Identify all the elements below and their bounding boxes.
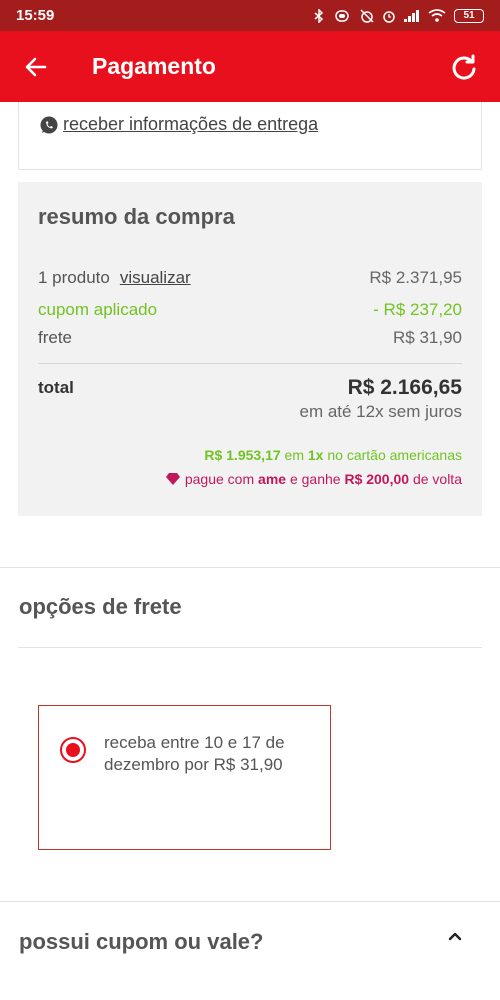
coupon-section-title[interactable]: possui cupom ou vale? bbox=[19, 929, 263, 955]
status-icons: 51 bbox=[314, 8, 484, 23]
installments-text: em até 12x sem juros bbox=[299, 402, 462, 421]
delivery-info-link[interactable]: receber informações de entrega bbox=[39, 114, 318, 135]
chevron-up-icon bbox=[448, 932, 462, 941]
coupon-label: cupom aplicado bbox=[38, 300, 158, 319]
refresh-icon bbox=[452, 54, 476, 80]
card-offer-price: R$ 1.953,17 bbox=[204, 447, 281, 463]
shipping-section-title: opções de frete bbox=[19, 594, 182, 619]
section-divider bbox=[0, 901, 500, 902]
product-price: R$ 2.371,95 bbox=[369, 268, 462, 287]
summary-title: resumo da compra bbox=[38, 204, 235, 229]
shipping-label: frete bbox=[38, 328, 73, 347]
back-button[interactable] bbox=[18, 49, 54, 85]
product-count: 1 produto bbox=[38, 268, 110, 287]
coupon-row: cupom aplicado - R$ 237,20 bbox=[38, 300, 462, 320]
product-row: 1 produto visualizar R$ 2.371,95 bbox=[38, 268, 462, 288]
bluetooth-icon bbox=[314, 8, 324, 23]
divider bbox=[38, 363, 462, 364]
ame-cashback: R$ 200,00 bbox=[344, 471, 410, 487]
section-divider bbox=[18, 647, 482, 648]
whatsapp-icon bbox=[40, 116, 58, 133]
signal-icon bbox=[404, 9, 419, 22]
section-divider bbox=[0, 567, 500, 568]
card-offer: R$ 1.953,17 em 1x no cartão americanas bbox=[204, 447, 462, 463]
shipping-option-card[interactable]: receba entre 10 e 17 de dezembro por R$ … bbox=[38, 705, 331, 850]
alarm-icon bbox=[383, 10, 395, 23]
wifi-icon bbox=[428, 9, 446, 22]
battery-icon: 51 bbox=[454, 8, 484, 23]
shipping-row: frete R$ 31,90 bbox=[38, 328, 462, 348]
page-title: Pagamento bbox=[92, 53, 216, 79]
status-bar: 15:59 51 bbox=[0, 0, 500, 31]
card-offer-times: 1x bbox=[307, 447, 324, 463]
purchase-summary: resumo da compra 1 produto visualizar R$ … bbox=[18, 182, 482, 516]
total-value: R$ 2.166,65 bbox=[347, 376, 462, 399]
coupon-value: - R$ 237,20 bbox=[373, 300, 462, 319]
alarm-off-icon bbox=[360, 8, 374, 23]
coupon-toggle[interactable] bbox=[443, 924, 467, 948]
gem-icon bbox=[165, 473, 180, 485]
arrow-left-icon bbox=[25, 57, 47, 76]
shipping-option-radio[interactable] bbox=[60, 737, 86, 763]
vibrate-icon bbox=[335, 9, 349, 22]
view-products-link[interactable]: visualizar bbox=[120, 268, 191, 287]
total-label: total bbox=[38, 378, 74, 397]
refresh-button[interactable] bbox=[446, 49, 482, 85]
ame-brand: ame bbox=[258, 471, 287, 487]
ame-offer: pague com ame e ganhe R$ 200,00 de volta bbox=[165, 471, 462, 487]
shipping-option-text: receba entre 10 e 17 de dezembro por R$ … bbox=[104, 733, 285, 774]
status-time: 15:59 bbox=[16, 7, 55, 24]
shipping-value: R$ 31,90 bbox=[393, 328, 462, 347]
delivery-card: receber informações de entrega bbox=[18, 102, 482, 170]
app-bar: Pagamento bbox=[0, 31, 500, 102]
radio-selected-dot bbox=[66, 743, 80, 757]
delivery-info-label: receber informações de entrega bbox=[63, 114, 319, 134]
